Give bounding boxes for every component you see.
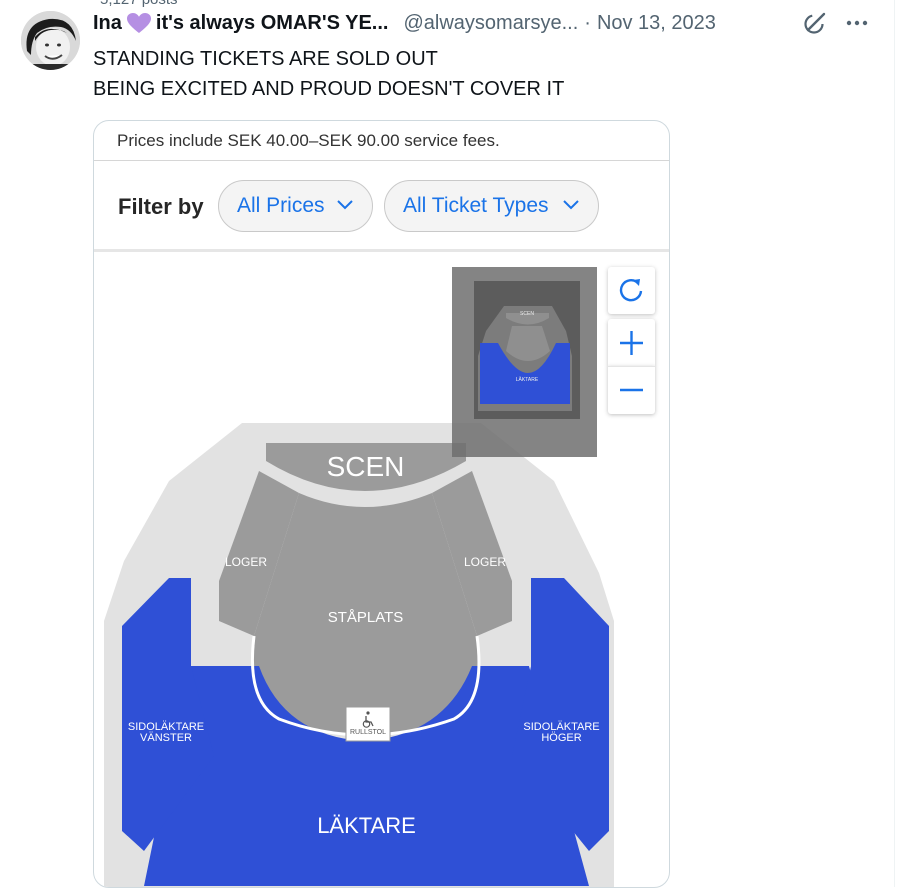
author-handle[interactable]: @alwaysomarsye... — [403, 12, 578, 35]
box-seats-right-label: LOGER — [463, 555, 506, 569]
avatar-photo — [21, 11, 80, 70]
zoom-in-button[interactable] — [608, 319, 655, 366]
grok-icon — [804, 12, 826, 34]
purple-heart-icon — [126, 13, 151, 33]
minimap-balcony-label: LÄKTARE — [515, 377, 539, 383]
side-balcony-right-label: SIDOLÄKTARE HÖGER — [523, 721, 600, 744]
post-image[interactable]: Prices include SEK 40.00–SEK 90.00 servi… — [93, 120, 670, 888]
minus-icon — [620, 388, 643, 392]
wheelchair-label: RULLSTOL — [349, 729, 387, 736]
zoom-out-button[interactable] — [608, 366, 655, 414]
plus-icon — [620, 331, 643, 355]
reset-map-button[interactable] — [608, 267, 655, 314]
author-name[interactable]: Ina — [93, 12, 122, 35]
post-text-line: BEING EXCITED AND PROUD DOESN'T COVER IT — [93, 78, 565, 100]
more-button[interactable] — [843, 10, 871, 36]
more-icon — [846, 20, 868, 26]
author-name-suffix[interactable]: it's always OMAR'S YE... — [156, 12, 389, 35]
refresh-icon — [619, 278, 643, 302]
post-text-line: STANDING TICKETS ARE SOLD OUT — [93, 48, 438, 70]
clipped-post-count: 5,127 posts — [100, 0, 178, 8]
post-date[interactable]: Nov 13, 2023 — [597, 12, 716, 35]
post-header: Ina it's always OMAR'S YE... @alwaysomar… — [93, 10, 716, 36]
stage-label: SCEN — [326, 451, 405, 482]
grok-button[interactable] — [802, 10, 828, 36]
minimap-stage-label: SCEN — [520, 311, 534, 317]
box-seats-left-label: LOGER — [224, 555, 267, 569]
minimap-standing — [506, 326, 550, 361]
standing-label: STÅPLATS — [327, 609, 404, 626]
timeline-divider — [894, 0, 895, 887]
separator-dot: · — [584, 11, 591, 34]
seat-map — [104, 267, 614, 887]
side-balcony-left-label: SIDOLÄKTARE VÄNSTER — [127, 721, 205, 744]
balcony-label: LÄKTARE — [317, 813, 416, 838]
avatar[interactable] — [21, 11, 80, 70]
post-text: STANDING TICKETS ARE SOLD OUT BEING EXCI… — [93, 44, 564, 104]
